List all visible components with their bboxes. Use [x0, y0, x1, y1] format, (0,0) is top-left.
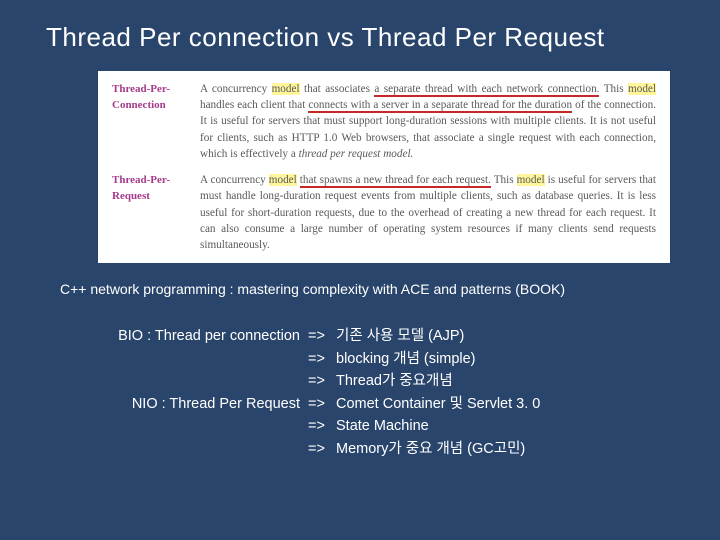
- def-thread-per-connection: Thread-Per-Connection A concurrency mode…: [112, 81, 656, 162]
- highlight: model: [628, 83, 656, 95]
- nio-label: NIO : Thread Per Request: [108, 393, 308, 415]
- arrow-icon: =>: [308, 370, 336, 392]
- text: This: [491, 174, 517, 186]
- bio-line-2: => blocking 개념 (simple): [108, 348, 720, 370]
- text: handles each client that: [200, 99, 308, 111]
- bio-line-3: => Thread가 중요개념: [108, 370, 720, 392]
- arrow-icon: =>: [308, 438, 336, 460]
- highlight: model: [269, 174, 297, 186]
- highlight: model: [517, 174, 545, 186]
- underline: connects with a server in a separate thr…: [308, 99, 572, 113]
- term-label: Thread-Per-Request: [112, 172, 200, 253]
- bio-value: Thread가 중요개념: [336, 370, 720, 392]
- term-label: Thread-Per-Connection: [112, 81, 200, 162]
- term-body: A concurrency model that associates a se…: [200, 81, 656, 162]
- nio-line-1: NIO : Thread Per Request => Comet Contai…: [108, 393, 720, 415]
- underline: that spawns a new thread for each reques…: [300, 174, 491, 188]
- arrow-icon: =>: [308, 325, 336, 347]
- book-excerpt: Thread-Per-Connection A concurrency mode…: [98, 71, 670, 263]
- bio-value: 기존 사용 모델 (AJP): [336, 325, 720, 347]
- nio-value: State Machine: [336, 415, 720, 437]
- nio-line-3: => Memory가 중요 개념 (GC고민): [108, 438, 720, 460]
- underline: a separate thread with each network conn…: [374, 83, 599, 97]
- bio-label: BIO : Thread per connection: [108, 325, 308, 347]
- bio-value: blocking 개념 (simple): [336, 348, 720, 370]
- term-body: A concurrency model that spawns a new th…: [200, 172, 656, 253]
- page-title: Thread Per connection vs Thread Per Requ…: [0, 0, 720, 53]
- nio-value: Comet Container 및 Servlet 3. 0: [336, 393, 720, 415]
- arrow-icon: =>: [308, 348, 336, 370]
- highlight: model: [272, 83, 300, 95]
- nio-value: Memory가 중요 개념 (GC고민): [336, 438, 720, 460]
- arrow-icon: =>: [308, 393, 336, 415]
- slide: Thread Per connection vs Thread Per Requ…: [0, 0, 720, 540]
- bio-line-1: BIO : Thread per connection => 기존 사용 모델 …: [108, 325, 720, 347]
- notes-block: BIO : Thread per connection => 기존 사용 모델 …: [0, 297, 720, 460]
- def-thread-per-request: Thread-Per-Request A concurrency model t…: [112, 172, 656, 253]
- text: This: [599, 83, 628, 95]
- text: that associates: [300, 83, 375, 95]
- nio-line-2: => State Machine: [108, 415, 720, 437]
- arrow-icon: =>: [308, 415, 336, 437]
- text: A concurrency: [200, 174, 269, 186]
- italic: thread per request model.: [299, 148, 414, 160]
- excerpt-caption: C++ network programming : mastering comp…: [0, 271, 720, 297]
- text: A concurrency: [200, 83, 272, 95]
